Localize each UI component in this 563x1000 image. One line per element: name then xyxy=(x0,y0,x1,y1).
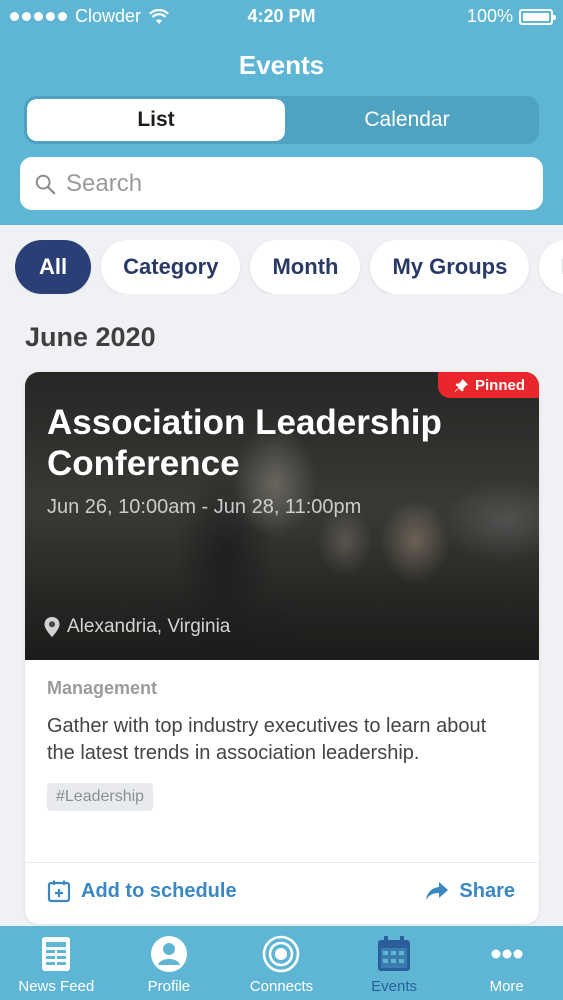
share-arrow-icon xyxy=(426,882,449,900)
event-location-label: Alexandria, Virginia xyxy=(67,616,231,637)
pinned-badge: Pinned xyxy=(437,372,539,398)
event-title: Association Leadership Conference xyxy=(47,403,442,483)
chip-category[interactable]: Category xyxy=(101,240,241,294)
section-month-heading: June 2020 xyxy=(25,322,156,352)
connects-icon xyxy=(263,935,300,973)
calendar-add-icon xyxy=(47,880,71,903)
more-icon xyxy=(491,949,523,959)
event-location: Alexandria, Virginia xyxy=(43,616,230,638)
segment-list[interactable]: List xyxy=(27,99,285,141)
profile-icon xyxy=(150,936,187,972)
search-icon xyxy=(35,174,56,194)
search-bar[interactable] xyxy=(20,157,543,210)
bottom-tab-bar: News Feed Profile Connects Events More xyxy=(0,926,563,1000)
event-date: Jun 26, 10:00am - Jun 28, 11:00pm xyxy=(47,496,362,518)
location-pin-icon xyxy=(44,617,60,637)
chip-my-groups[interactable]: My Groups xyxy=(370,240,530,294)
share-button[interactable]: Share xyxy=(425,879,515,903)
event-description: Gather with top industry executives to l… xyxy=(47,715,487,764)
event-card-actions: Add to schedule Share xyxy=(25,862,539,924)
event-tag[interactable]: #Leadership xyxy=(47,783,154,811)
event-card[interactable]: Pinned Association Leadership Conference… xyxy=(25,372,539,924)
view-segmented-control: List Calendar xyxy=(24,96,539,144)
event-category: Management xyxy=(47,678,158,698)
event-hero-image: Pinned Association Leadership Conference… xyxy=(25,372,539,660)
add-to-schedule-button[interactable]: Add to schedule xyxy=(47,879,237,903)
tab-more[interactable]: More xyxy=(450,926,563,1000)
battery-percent: 100% xyxy=(466,6,513,26)
tab-news-feed[interactable]: News Feed xyxy=(0,926,113,1000)
pinned-label: Pinned xyxy=(474,376,525,394)
tab-label-events: Events xyxy=(371,978,417,995)
status-bar: Clowder 4:20 PM 100% xyxy=(0,0,563,32)
page-title: Events xyxy=(238,50,325,80)
filter-chips: All Category Month My Groups P xyxy=(15,240,563,294)
tab-label-news-feed: News Feed xyxy=(18,978,95,995)
add-to-schedule-label: Add to schedule xyxy=(81,879,237,902)
app-header: Clowder 4:20 PM 100% Events List Calenda… xyxy=(0,0,563,225)
news-feed-icon xyxy=(42,937,71,971)
status-right: 100% xyxy=(466,6,556,27)
tab-events[interactable]: Events xyxy=(338,926,451,1000)
chip-all[interactable]: All xyxy=(15,240,92,294)
event-card-body: Management Gather with top industry exec… xyxy=(47,678,517,811)
segment-calendar[interactable]: Calendar xyxy=(278,99,536,141)
tab-connects[interactable]: Connects xyxy=(225,926,338,1000)
share-label: Share xyxy=(459,879,515,902)
calendar-icon xyxy=(378,936,411,971)
tab-label-profile: Profile xyxy=(147,978,191,995)
tab-label-connects: Connects xyxy=(249,978,314,995)
tab-profile[interactable]: Profile xyxy=(113,926,226,1000)
chip-more-partial[interactable]: P xyxy=(539,240,563,294)
battery-icon xyxy=(519,8,556,25)
search-input[interactable] xyxy=(66,169,486,198)
chip-month[interactable]: Month xyxy=(250,240,361,294)
tab-label-more: More xyxy=(489,978,524,995)
pin-icon xyxy=(454,378,469,392)
